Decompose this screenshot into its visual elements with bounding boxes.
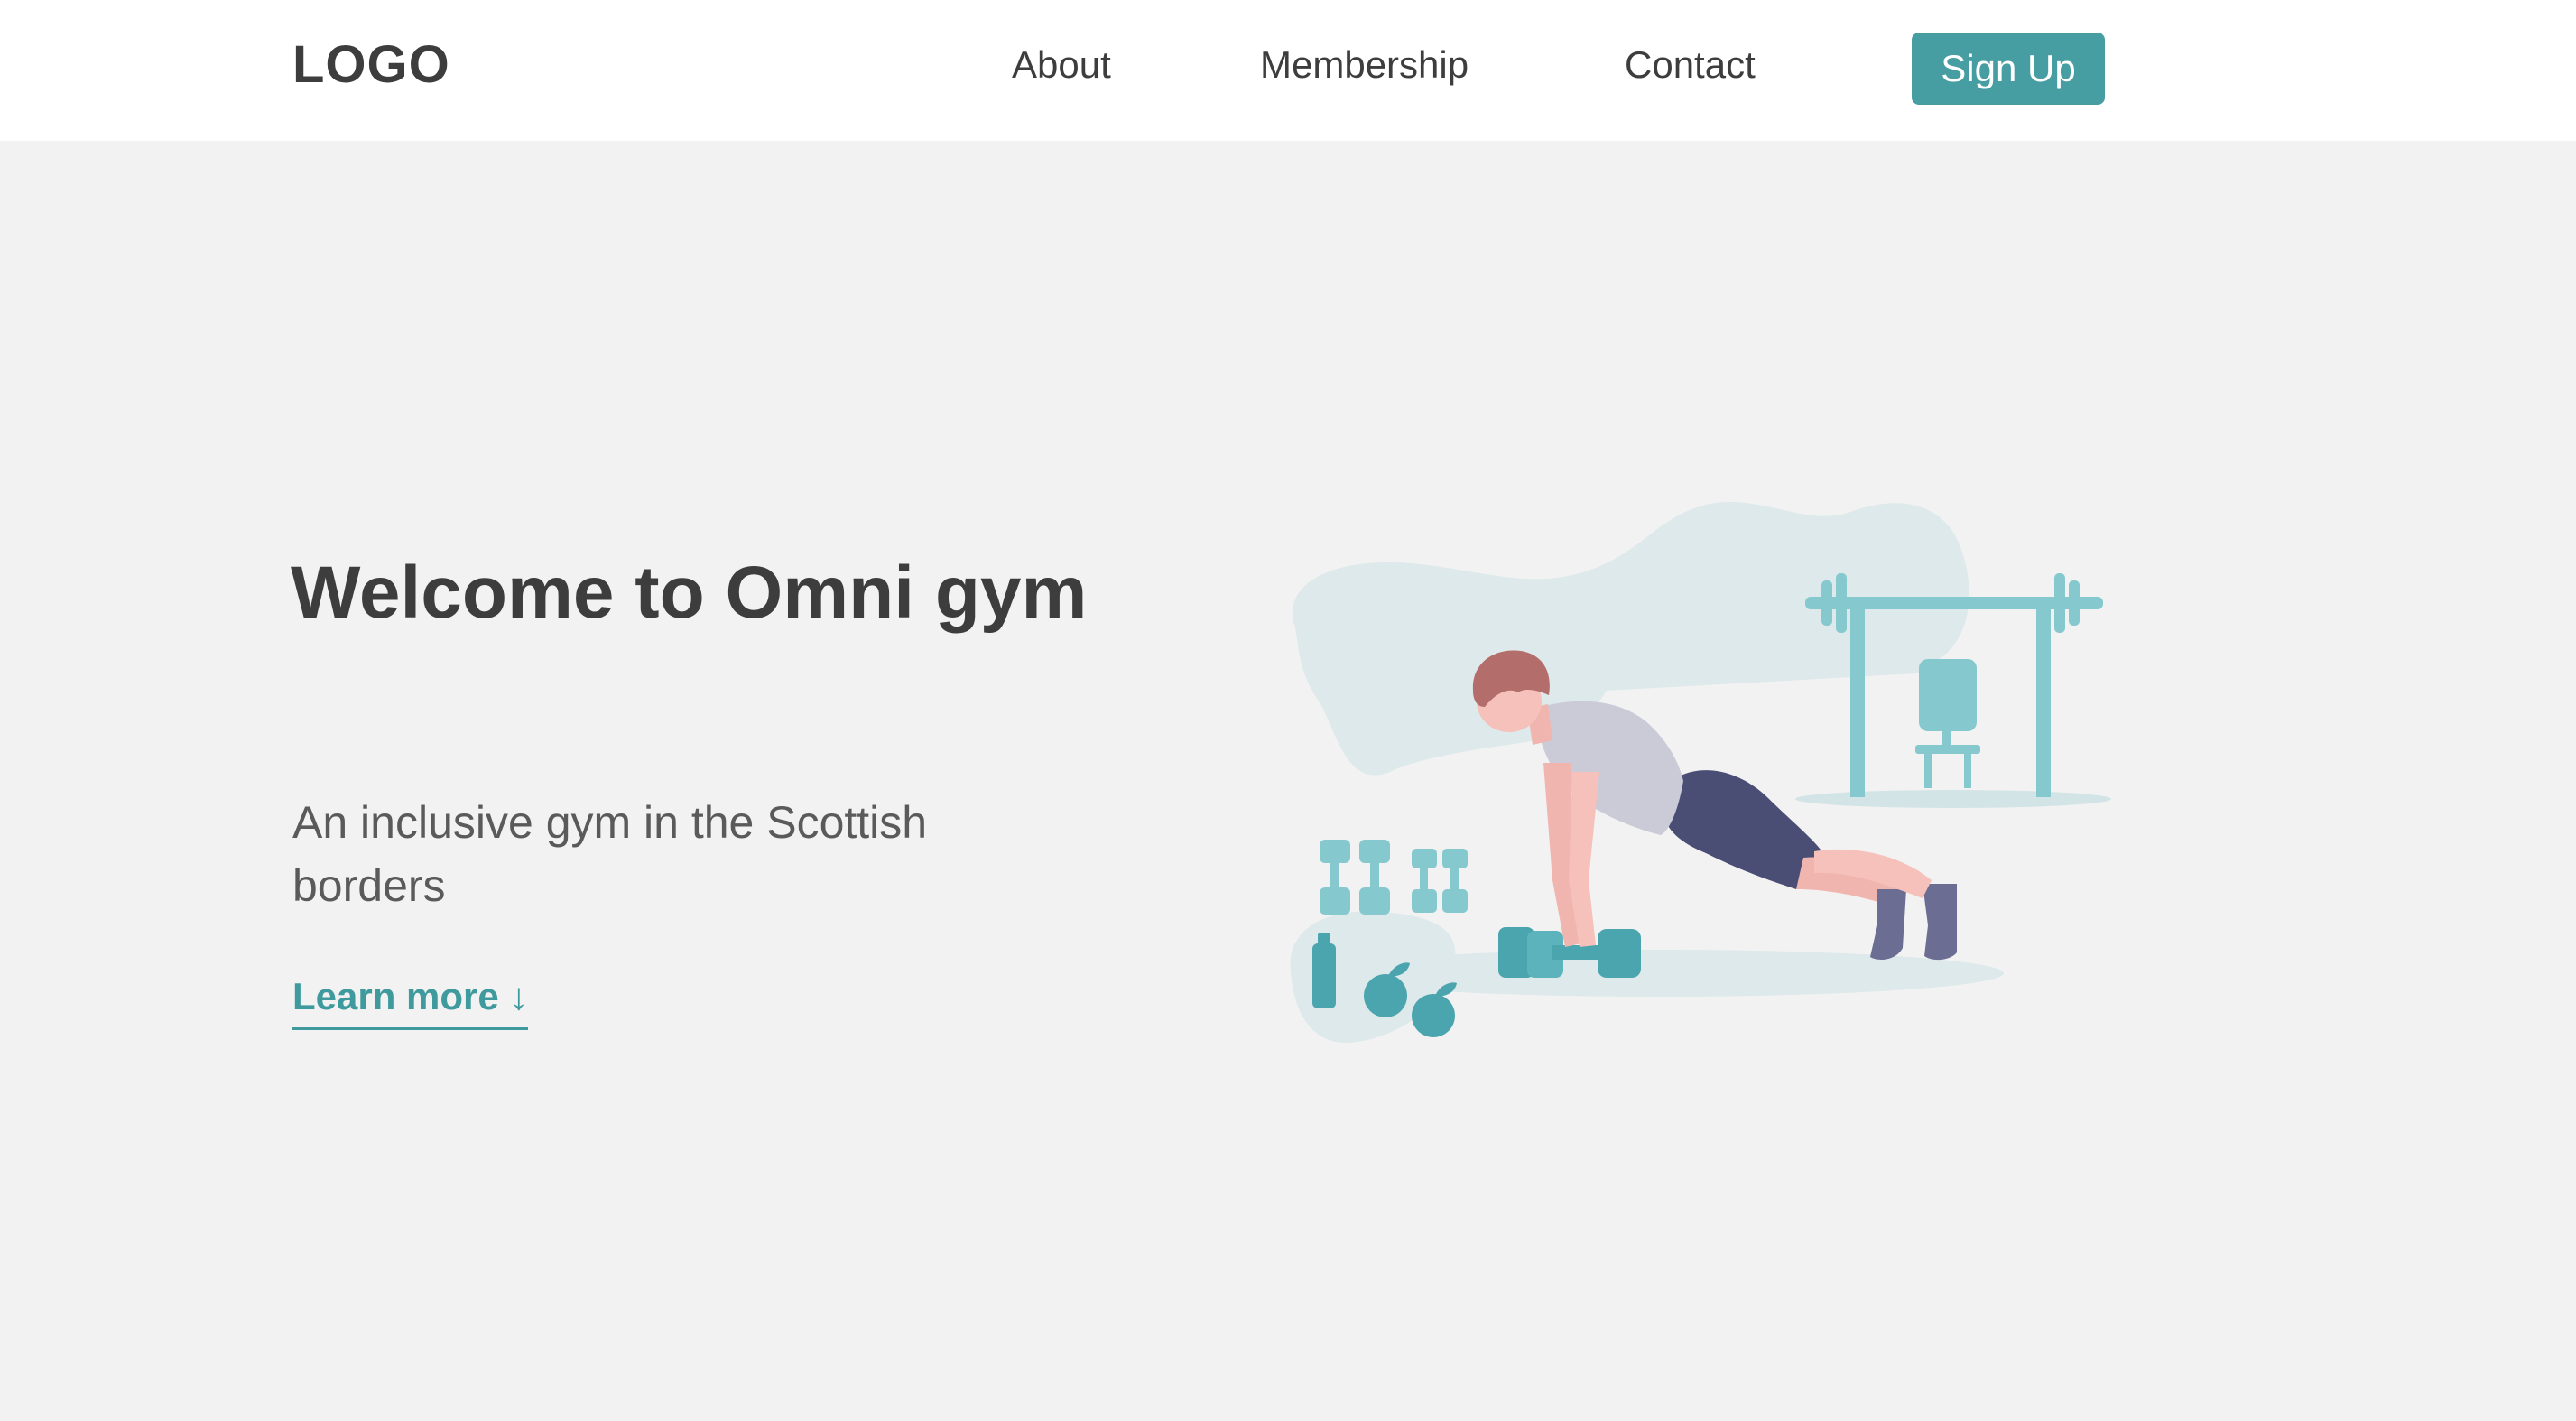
bench-leg-right: [1964, 754, 1971, 788]
rack-post-right: [2036, 600, 2051, 797]
dumbbells-stack: [1320, 840, 1468, 915]
bench-stem: [1942, 731, 1951, 748]
rack-post-left: [1850, 600, 1865, 797]
hero-title: Welcome to Omni gym: [291, 552, 1088, 634]
nav-contact-link[interactable]: Contact: [1625, 43, 1756, 87]
barbell-plate-right-2: [2069, 580, 2080, 626]
hero-subtitle: An inclusive gym in the Scottish borders: [292, 797, 928, 911]
floor-shadow: [1318, 950, 2004, 997]
site-header: LOGO About Membership Contact Sign Up: [0, 0, 2576, 141]
apple-2: [1412, 994, 1455, 1037]
rack-shadow: [1795, 790, 2111, 808]
water-bottle: [1312, 943, 1336, 1008]
barbell-plate-left-1: [1821, 580, 1832, 626]
sign-up-button[interactable]: Sign Up: [1912, 33, 2105, 105]
floor-dumbbell-right-plate: [1598, 929, 1641, 978]
barbell-plate-right-1: [2054, 573, 2065, 633]
nav-about-link[interactable]: About: [1012, 43, 1111, 87]
apple-1: [1364, 974, 1407, 1017]
bench-leg-left: [1924, 754, 1932, 788]
barbell-plate-left-2: [1836, 573, 1847, 633]
person-legs: [1664, 770, 1823, 889]
bench-back: [1919, 659, 1977, 731]
learn-more-link[interactable]: Learn more ↓: [292, 975, 529, 1030]
person-doing-pushups-illustration: [1290, 501, 2111, 1043]
nav-membership-link[interactable]: Membership: [1260, 43, 1469, 87]
person-shoe-2: [1923, 884, 1957, 961]
logo[interactable]: LOGO: [292, 34, 450, 95]
water-bottle-cap: [1318, 933, 1330, 945]
